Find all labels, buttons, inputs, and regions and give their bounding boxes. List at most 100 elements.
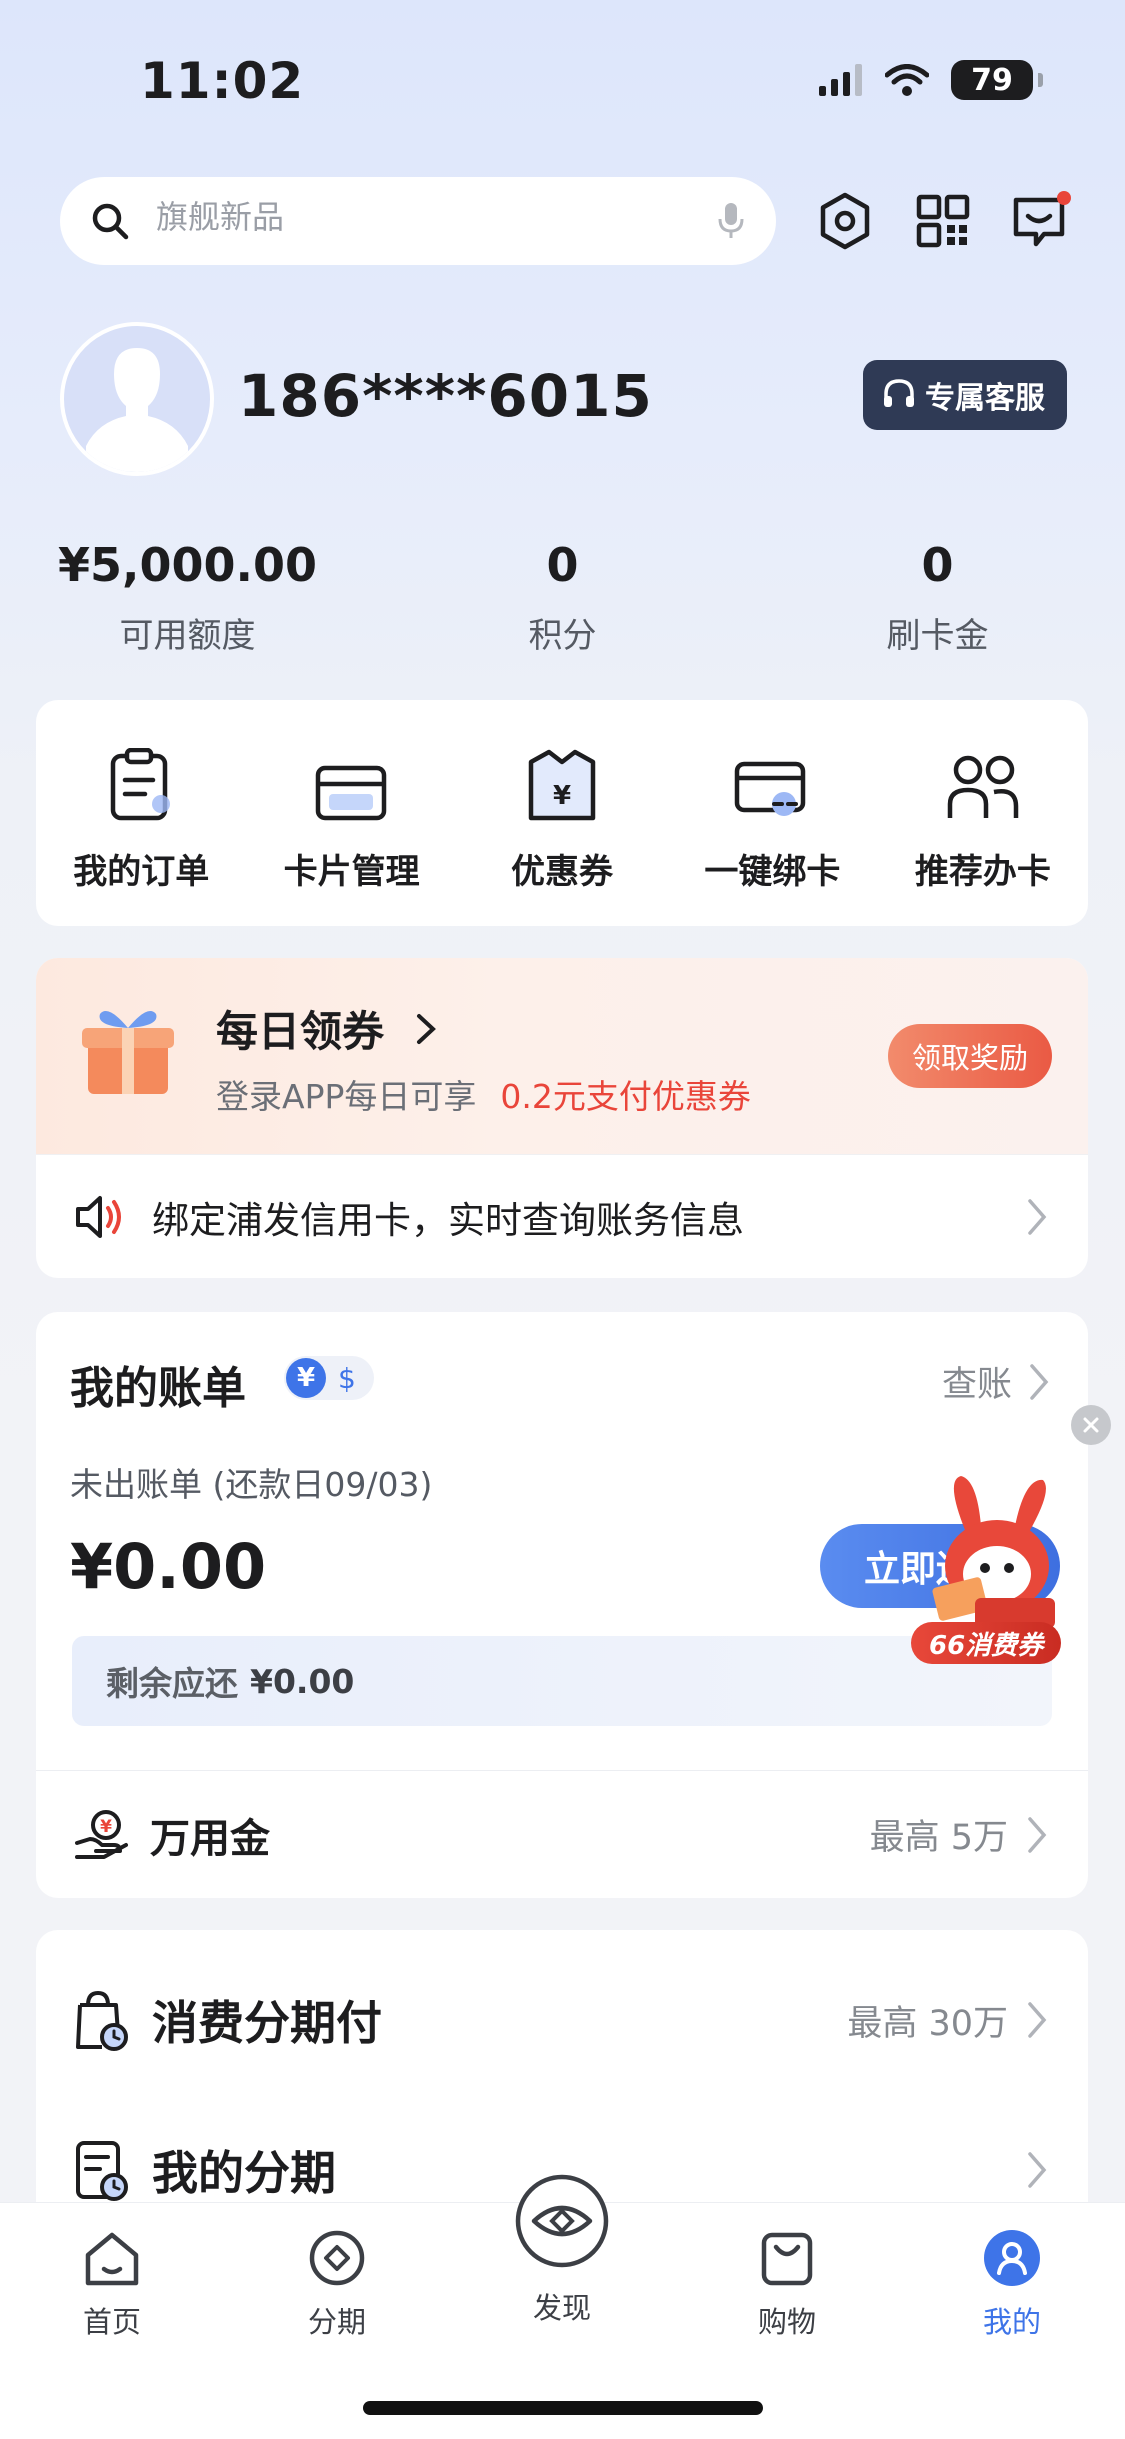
quick-label: 卡片管理: [283, 852, 420, 892]
coupon-icon: ¥: [457, 744, 667, 822]
microphone-icon[interactable]: [716, 201, 746, 241]
wanyong-row[interactable]: ¥ 万用金 最高 5万: [36, 1770, 1088, 1898]
notice-text: 绑定浦发信用卡，实时查询账务信息: [152, 1198, 744, 1242]
document-clock-icon: [76, 2141, 128, 2201]
qr-scan-icon[interactable]: [912, 190, 974, 252]
check-bill-label: 查账: [941, 1365, 1012, 1405]
consumer-installment-row[interactable]: 消费分期付 最高 30万: [36, 1950, 1088, 2090]
signal-icon: [819, 64, 862, 96]
tab-installment[interactable]: 分期: [267, 2223, 407, 2341]
daily-coupon-subtitle-text: 登录APP每日可享: [216, 1077, 477, 1116]
tab-label: 发现: [532, 2291, 591, 2325]
daily-coupon-subtitle: 登录APP每日可享 0.2元支付优惠券: [216, 1070, 751, 1118]
card-icon: [246, 744, 456, 822]
status-icons: 79: [819, 60, 1043, 100]
daily-coupon-title-text: 每日领券: [216, 1007, 385, 1056]
currency-toggle[interactable]: ¥ $: [284, 1356, 374, 1400]
search-icon: [92, 203, 129, 240]
close-icon: [1083, 1417, 1099, 1433]
tab-label: 我的: [982, 2305, 1041, 2339]
consumer-installment-label: 消费分期付: [152, 1996, 382, 2050]
avatar[interactable]: [60, 322, 214, 476]
stat-value: ¥5,000.00: [58, 538, 317, 592]
avatar-placeholder-icon: [86, 348, 188, 472]
wanyong-limit-text: 最高 5万: [869, 1818, 1008, 1858]
stat-label: 积分: [528, 616, 597, 656]
chevron-right-icon: [1028, 2002, 1047, 2038]
unbilled-subtitle: 未出账单 (还款日09/03): [70, 1465, 433, 1504]
tab-shopping[interactable]: 购物: [717, 2223, 857, 2341]
username: 186****6015: [238, 362, 653, 430]
quick-coupons[interactable]: ¥ 优惠券: [457, 744, 667, 926]
search-bar[interactable]: 旗舰新品: [60, 177, 776, 265]
tab-mine[interactable]: 我的: [942, 2223, 1082, 2341]
quick-menu: 我的订单 卡片管理 ¥ 优惠券 一键绑卡 推荐办卡: [36, 700, 1088, 926]
shopping-bag-clock-icon: [76, 1990, 128, 2051]
settings-icon[interactable]: [814, 190, 876, 252]
status-time: 11:02: [140, 52, 305, 110]
chevron-right-icon: [1028, 1198, 1047, 1235]
daily-coupon-banner[interactable]: 每日领券 登录APP每日可享 0.2元支付优惠券 领取奖励: [36, 958, 1088, 1154]
search-input[interactable]: 旗舰新品: [156, 192, 716, 238]
link-card-icon: [667, 744, 877, 822]
customer-service-button[interactable]: 专属客服: [863, 360, 1067, 430]
quick-refer-card[interactable]: 推荐办卡: [878, 744, 1088, 926]
gift-box-icon: [82, 1011, 174, 1094]
account-stats: ¥5,000.00 可用额度 0 积分 0 刷卡金: [0, 538, 1125, 657]
stat-label: 刷卡金: [886, 616, 989, 656]
stat-value: 0: [546, 538, 579, 592]
consumer-installment-limit-text: 最高 30万: [847, 2003, 1008, 2044]
shopping-bag-icon: [717, 2223, 857, 2293]
tab-home[interactable]: 首页: [42, 2223, 182, 2341]
money-hand-icon: ¥: [75, 1809, 128, 1859]
svg-text:¥: ¥: [100, 1817, 112, 1837]
tab-discover[interactable]: 发现: [492, 2169, 632, 2327]
quick-my-orders[interactable]: 我的订单: [36, 744, 246, 926]
discover-icon: [492, 2169, 632, 2273]
quick-label: 优惠券: [511, 852, 614, 892]
stat-card-bonus[interactable]: 0 刷卡金: [750, 538, 1125, 657]
bill-title: 我的账单: [70, 1363, 246, 1414]
clipboard-icon: [36, 744, 246, 822]
quick-label: 推荐办卡: [914, 852, 1051, 892]
bind-card-notice[interactable]: 绑定浦发信用卡，实时查询账务信息: [36, 1154, 1088, 1278]
coupon-mascot-float[interactable]: 66消费券: [905, 1470, 1085, 1670]
chevron-right-icon: [1028, 1816, 1047, 1853]
check-bill-link[interactable]: 查账: [942, 1356, 1052, 1407]
home-icon: [42, 2223, 182, 2293]
quick-card-management[interactable]: 卡片管理: [246, 744, 456, 926]
daily-coupon-title[interactable]: 每日领券: [216, 998, 439, 1059]
headset-icon: [884, 379, 914, 407]
stat-points[interactable]: 0 积分: [375, 538, 750, 657]
wifi-icon: [885, 64, 929, 96]
consumer-installment-limit: 最高 30万: [847, 1995, 1050, 2046]
customer-service-label: 专属客服: [925, 381, 1045, 416]
daily-coupon-card: 每日领券 登录APP每日可享 0.2元支付优惠券 领取奖励 绑定浦发信用卡，实时查…: [36, 958, 1088, 1278]
quick-bind-card[interactable]: 一键绑卡: [667, 744, 877, 926]
claim-reward-button[interactable]: 领取奖励: [887, 1024, 1052, 1088]
daily-coupon-highlight: 0.2元支付优惠券: [500, 1077, 751, 1116]
message-icon[interactable]: [1010, 190, 1072, 252]
tab-label: 首页: [82, 2305, 141, 2339]
tab-label: 购物: [757, 2305, 816, 2339]
remaining-label: 剩余应还: [106, 1664, 238, 1703]
svg-text:¥: ¥: [553, 781, 571, 811]
wanyong-label: 万用金: [150, 1815, 270, 1862]
stat-available-credit[interactable]: ¥5,000.00 可用额度: [0, 538, 375, 657]
mascot-badge: 66消费券: [911, 1622, 1062, 1664]
chevron-right-icon: [1030, 1363, 1049, 1400]
currency-usd[interactable]: $: [338, 1362, 356, 1395]
tab-label: 分期: [307, 2305, 366, 2339]
home-indicator: [363, 2401, 763, 2415]
stat-value: 0: [921, 538, 954, 592]
installment-icon: [267, 2223, 407, 2293]
close-float-button[interactable]: [1071, 1405, 1111, 1445]
battery-indicator: 79: [951, 60, 1043, 100]
wanyong-limit: 最高 5万: [870, 1809, 1050, 1860]
battery-level: 79: [971, 62, 1013, 98]
refer-icon: [878, 744, 1088, 822]
chevron-right-icon: [1028, 2152, 1047, 2188]
currency-cny[interactable]: ¥: [286, 1358, 326, 1398]
quick-label: 我的订单: [73, 852, 210, 892]
quick-label: 一键绑卡: [704, 852, 841, 892]
